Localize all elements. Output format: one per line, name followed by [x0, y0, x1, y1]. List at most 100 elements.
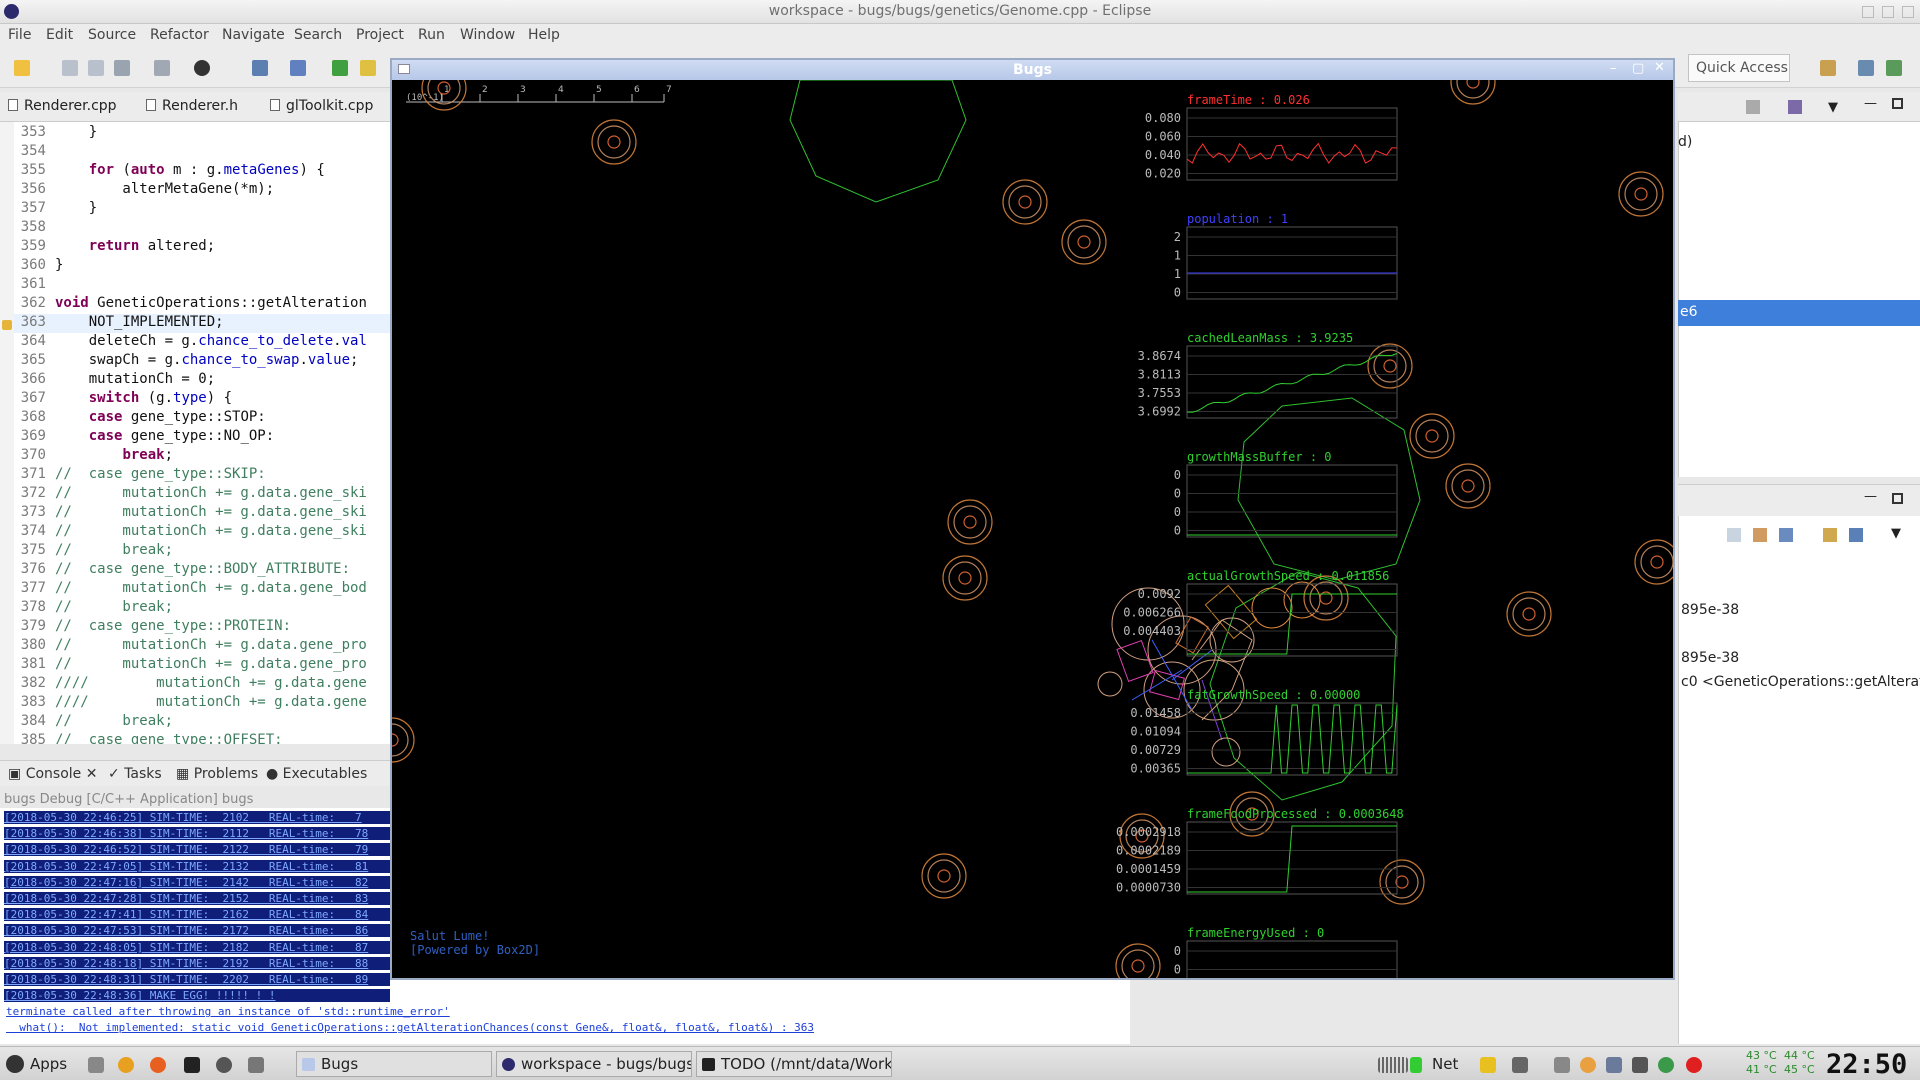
tab-gltoolkit-cpp[interactable]: glToolkit.cpp — [270, 98, 373, 114]
terminal-icon[interactable] — [252, 60, 268, 76]
console-line[interactable]: [2018-05-30 22:48:05] SIM-TIME: 2182 REA… — [4, 940, 390, 954]
outline-panel[interactable] — [1678, 92, 1920, 477]
console-line[interactable]: [2018-05-30 22:48:18] SIM-TIME: 2192 REA… — [4, 956, 390, 970]
console-line[interactable]: [2018-05-30 22:47:16] SIM-TIME: 2142 REA… — [4, 875, 390, 889]
skip-breakpoints-icon[interactable] — [290, 60, 306, 76]
firefox-icon[interactable] — [150, 1057, 166, 1073]
debug-perspective-icon[interactable] — [1886, 60, 1902, 76]
stop-icon[interactable] — [1686, 1057, 1702, 1073]
console-line[interactable]: [2018-05-30 22:46:52] SIM-TIME: 2122 REA… — [4, 843, 390, 857]
apps-label[interactable]: Apps — [30, 1055, 67, 1073]
code-line[interactable]: 366 mutationCh = 0; — [0, 371, 392, 390]
console-error-line[interactable]: what(): Not implemented: static void Gen… — [6, 1021, 814, 1034]
export-icon[interactable] — [1849, 528, 1863, 542]
console-line[interactable]: [2018-05-30 22:48:36] MAKE EGG! !!!!! ! … — [4, 989, 390, 1003]
minimize-button[interactable]: – — [1610, 61, 1617, 76]
code-line[interactable]: 380 // mutationCh += g.data.gene_pro — [0, 637, 392, 656]
code-line[interactable]: 374 // mutationCh += g.data.gene_ski — [0, 523, 392, 542]
console-line[interactable]: [2018-05-30 22:47:05] SIM-TIME: 2132 REA… — [4, 859, 390, 873]
menu-window[interactable]: Window — [460, 27, 515, 43]
debug-config-icon[interactable] — [194, 60, 210, 76]
code-line[interactable]: 379 // case gene_type::PROTEIN: — [0, 618, 392, 637]
remove-icon[interactable] — [1746, 100, 1760, 114]
selected-row[interactable]: e6 — [1678, 300, 1920, 326]
files-icon[interactable] — [88, 1057, 104, 1073]
variables-panel[interactable]: ▼ 895e-38 895e-38 c0 <GeneticOperations:… — [1678, 516, 1920, 1044]
apps-menu-icon[interactable] — [6, 1055, 24, 1073]
console-line[interactable]: [2018-05-30 22:46:25] SIM-TIME: 2102 REA… — [4, 811, 390, 824]
print-icon[interactable] — [114, 60, 130, 76]
code-editor[interactable]: 353 } 354 355 for (auto m : g.metaGenes) {… — [0, 122, 392, 744]
tab-problems[interactable]: ▦ Problems — [176, 766, 258, 782]
filter-icon[interactable] — [1788, 100, 1802, 114]
code-line[interactable]: 359 return altered; — [0, 238, 392, 257]
code-line[interactable]: 368 case gene_type::STOP: — [0, 409, 392, 428]
code-line[interactable]: 378 // break; — [0, 599, 392, 618]
quick-access-input[interactable]: Quick Access — [1688, 54, 1790, 82]
code-line[interactable]: 353 } — [0, 124, 392, 143]
code-line[interactable]: 382 //// mutationCh += g.data.gene — [0, 675, 392, 694]
console-line[interactable]: [2018-05-30 22:48:31] SIM-TIME: 2202 REA… — [4, 973, 390, 986]
tab-executables[interactable]: ● Executables — [266, 766, 367, 782]
minimize-view-icon[interactable]: — — [1864, 96, 1877, 111]
console-line[interactable]: [2018-05-30 22:46:38] SIM-TIME: 2112 REA… — [4, 827, 390, 841]
menu-file[interactable]: File — [8, 27, 31, 43]
simulation-canvas[interactable]: (10^-1) 1 2 3 4 5 6 7 frameTime: 0.0260… — [392, 80, 1673, 978]
search-icon[interactable] — [216, 1057, 232, 1073]
code-line[interactable]: 385 // case gene_type::OFFSET: — [0, 732, 392, 744]
minimize-view-icon[interactable]: — — [1864, 489, 1877, 504]
suspend-icon[interactable] — [360, 60, 376, 76]
code-line[interactable]: 357 } — [0, 200, 392, 219]
maximize-view-icon[interactable] — [1892, 98, 1903, 109]
chrome-icon[interactable] — [118, 1057, 134, 1073]
terminal-icon[interactable] — [184, 1057, 200, 1073]
menu-navigate[interactable]: Navigate — [222, 27, 285, 43]
collapse-icon[interactable] — [1727, 528, 1741, 542]
dropbox-icon[interactable] — [1554, 1057, 1570, 1073]
task-bugs[interactable]: Bugs — [296, 1051, 492, 1077]
menu-source[interactable]: Source — [88, 27, 136, 43]
layout-icon[interactable] — [1779, 528, 1793, 542]
console-line[interactable]: [2018-05-30 22:47:53] SIM-TIME: 2172 REA… — [4, 924, 390, 938]
code-line[interactable]: 381 // mutationCh += g.data.gene_pro — [0, 656, 392, 675]
update-icon[interactable] — [1658, 1057, 1674, 1073]
code-line[interactable]: 375 // break; — [0, 542, 392, 561]
save-icon[interactable] — [62, 60, 78, 76]
task-todo[interactable]: TODO (/mnt/data/Work/... — [696, 1051, 892, 1077]
view-menu-icon[interactable]: ▼ — [1891, 526, 1901, 541]
build-icon[interactable] — [154, 60, 170, 76]
menu-edit[interactable]: Edit — [46, 27, 73, 43]
screenshot-icon[interactable] — [248, 1057, 264, 1073]
code-line[interactable]: 365 swapCh = g.chance_to_swap.value; — [0, 352, 392, 371]
tab-tasks[interactable]: ✓ Tasks — [108, 766, 162, 782]
code-line[interactable]: 354 — [0, 143, 392, 162]
menu-project[interactable]: Project — [356, 27, 404, 43]
maximize-view-icon[interactable] — [1892, 493, 1903, 504]
maximize-button[interactable] — [1882, 6, 1894, 18]
menu-refactor[interactable]: Refactor — [150, 27, 209, 43]
network-icon[interactable] — [1606, 1057, 1622, 1073]
open-perspective-icon[interactable] — [1820, 60, 1836, 76]
volume-icon[interactable] — [1512, 1057, 1528, 1073]
save-all-icon[interactable] — [88, 60, 104, 76]
new-icon[interactable] — [14, 60, 30, 76]
code-line[interactable]: 376 // case gene_type::BODY_ATTRIBUTE: — [0, 561, 392, 580]
code-line[interactable]: 371 // case gene_type::SKIP: — [0, 466, 392, 485]
code-line[interactable]: 383 //// mutationCh += g.data.gene — [0, 694, 392, 713]
bugs-window[interactable]: Bugs – ▢ ✕ (10^-1) 1 2 3 4 5 6 7 frameTi… — [390, 58, 1675, 980]
maximize-button[interactable]: ▢ — [1632, 61, 1644, 76]
code-line[interactable]: 370 break; — [0, 447, 392, 466]
cpp-perspective-icon[interactable] — [1858, 60, 1874, 76]
tab-renderer-h[interactable]: Renderer.h — [146, 98, 238, 114]
code-line[interactable]: 360} — [0, 257, 392, 276]
console-line[interactable]: [2018-05-30 22:47:28] SIM-TIME: 2152 REA… — [4, 892, 390, 905]
code-line[interactable]: 373 // mutationCh += g.data.gene_ski — [0, 504, 392, 523]
code-line[interactable]: 361 — [0, 276, 392, 295]
tab-renderer-cpp[interactable]: Renderer.cpp — [8, 98, 117, 114]
code-line[interactable]: 367 switch (g.type) { — [0, 390, 392, 409]
menu-run[interactable]: Run — [418, 27, 445, 43]
outline-item[interactable]: d) — [1678, 134, 1692, 150]
code-line[interactable]: 358 — [0, 219, 392, 238]
code-line[interactable]: 384 // break; — [0, 713, 392, 732]
code-line[interactable]: 356 alterMetaGene(*m); — [0, 181, 392, 200]
